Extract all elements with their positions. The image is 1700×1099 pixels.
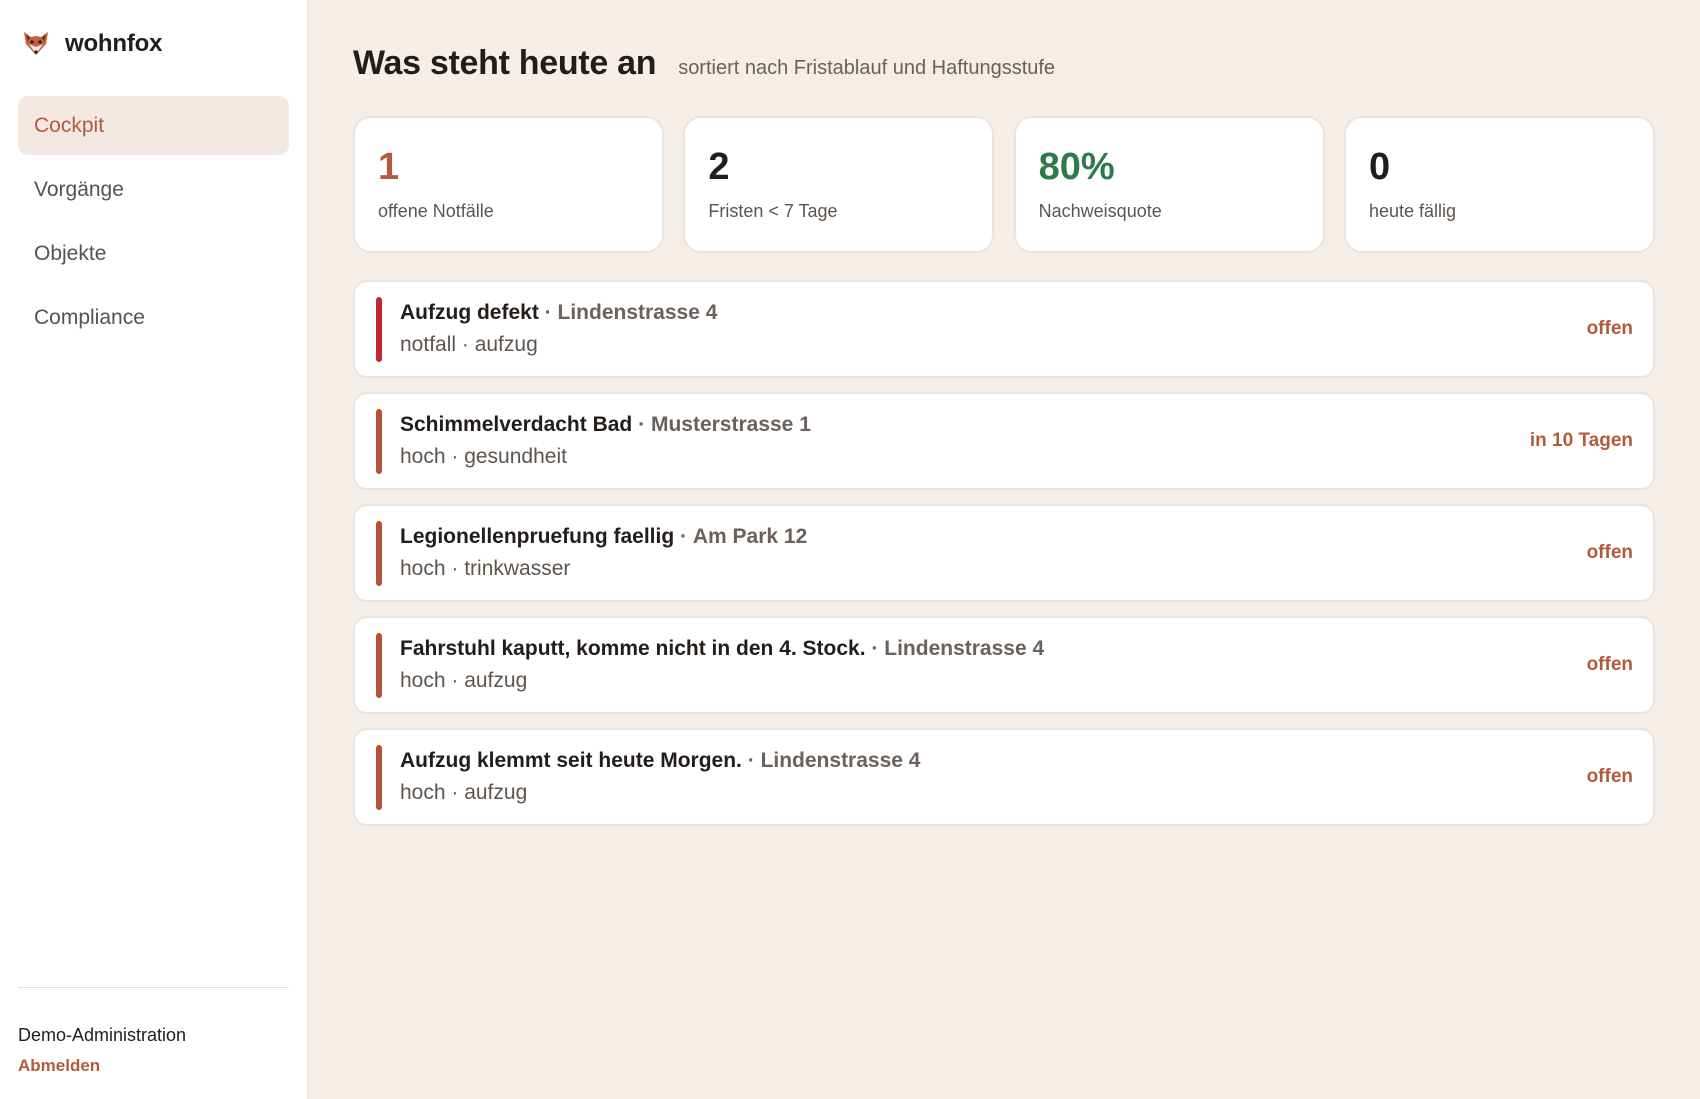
stat-label: Nachweisquote [1038, 201, 1162, 221]
case-separator: · [747, 749, 755, 772]
sidebar-item-vorgaenge[interactable]: Vorgänge [18, 160, 289, 219]
case-row[interactable]: Aufzug defekt · Lindenstrasse 4 notfall … [353, 280, 1655, 378]
page-title: Was steht heute an [353, 44, 657, 82]
case-tags: hoch · trinkwasser [400, 557, 571, 580]
priority-bar [376, 297, 382, 362]
case-title-line: Fahrstuhl kaputt, komme nicht in den 4. … [400, 637, 1044, 661]
case-title: Legionellenpruefung faellig [400, 525, 675, 548]
stat-card-nachweisquote[interactable]: 80% Nachweisquote [1013, 116, 1325, 253]
stat-value: 0 [1368, 146, 1391, 188]
case-address: Lindenstrasse 4 [884, 637, 1045, 660]
case-title: Schimmelverdacht Bad [400, 413, 633, 436]
case-separator: · [638, 413, 646, 436]
case-title: Fahrstuhl kaputt, komme nicht in den 4. … [400, 637, 866, 660]
case-status: offen [1586, 318, 1633, 339]
stat-value: 1 [378, 146, 400, 188]
case-tags: hoch · aufzug [400, 669, 528, 692]
case-status: in 10 Tagen [1529, 430, 1633, 451]
page-subtitle: sortiert nach Fristablauf und Haftungsst… [678, 57, 1056, 79]
sidebar-footer: Demo-Administration Abmelden [18, 987, 289, 1076]
case-row[interactable]: Aufzug klemmt seit heute Morgen. · Linde… [353, 728, 1655, 826]
brand-name: wohnfox [65, 30, 163, 57]
case-separator: · [680, 525, 688, 548]
case-list: Aufzug defekt · Lindenstrasse 4 notfall … [353, 280, 1655, 840]
case-title-line: Legionellenpruefung faellig · Am Park 12 [400, 525, 807, 549]
case-row[interactable]: Schimmelverdacht Bad · Musterstrasse 1 h… [353, 392, 1655, 490]
fox-head-icon [22, 30, 50, 58]
priority-bar [376, 745, 382, 810]
case-tags: notfall · aufzug [400, 333, 538, 356]
case-address: Lindenstrasse 4 [760, 749, 921, 772]
case-address: Lindenstrasse 4 [557, 301, 718, 324]
case-tags: hoch · aufzug [400, 781, 528, 804]
stats-row: 1 offene Notfälle 2 Fristen < 7 Tage 80%… [353, 116, 1655, 253]
case-title: Aufzug klemmt seit heute Morgen. [400, 749, 742, 772]
sidebar-item-compliance[interactable]: Compliance [18, 288, 289, 347]
stat-label: offene Notfälle [378, 201, 494, 221]
case-title: Aufzug defekt [400, 301, 539, 324]
stat-value: 80% [1038, 146, 1115, 188]
priority-bar [376, 521, 382, 586]
case-separator: · [544, 301, 552, 324]
case-address: Musterstrasse 1 [650, 413, 811, 436]
stat-label: Fristen < 7 Tage [708, 201, 838, 221]
sidebar-item-objekte[interactable]: Objekte [18, 224, 289, 283]
stat-card-fristen[interactable]: 2 Fristen < 7 Tage [683, 116, 995, 253]
page-heading: Was steht heute an sortiert nach Fristab… [353, 44, 1055, 83]
case-title-line: Aufzug klemmt seit heute Morgen. · Linde… [400, 749, 920, 773]
stat-card-heute-faellig[interactable]: 0 heute fällig [1343, 116, 1655, 253]
brand[interactable]: wohnfox [22, 30, 162, 58]
stat-value: 2 [708, 146, 730, 188]
case-title-line: Aufzug defekt · Lindenstrasse 4 [400, 301, 717, 325]
case-status: offen [1586, 654, 1633, 675]
sidebar: wohnfox Cockpit Vorgänge Objekte Complia… [0, 0, 308, 1099]
stat-label: heute fällig [1368, 201, 1457, 221]
priority-bar [376, 409, 382, 474]
sidebar-item-cockpit[interactable]: Cockpit [18, 96, 289, 155]
case-row[interactable]: Fahrstuhl kaputt, komme nicht in den 4. … [353, 616, 1655, 714]
case-title-line: Schimmelverdacht Bad · Musterstrasse 1 [400, 413, 811, 437]
logout-link[interactable]: Abmelden [18, 1056, 289, 1076]
user-name: Demo-Administration [18, 1025, 187, 1045]
sidebar-nav: Cockpit Vorgänge Objekte Compliance [18, 96, 289, 352]
stat-card-notfaelle[interactable]: 1 offene Notfälle [353, 116, 664, 253]
case-separator: · [871, 637, 879, 660]
case-row[interactable]: Legionellenpruefung faellig · Am Park 12… [353, 504, 1655, 602]
case-address: Am Park 12 [692, 525, 808, 548]
priority-bar [376, 633, 382, 698]
case-tags: hoch · gesundheit [400, 445, 567, 468]
case-status: offen [1586, 542, 1633, 563]
case-status: offen [1586, 766, 1633, 787]
